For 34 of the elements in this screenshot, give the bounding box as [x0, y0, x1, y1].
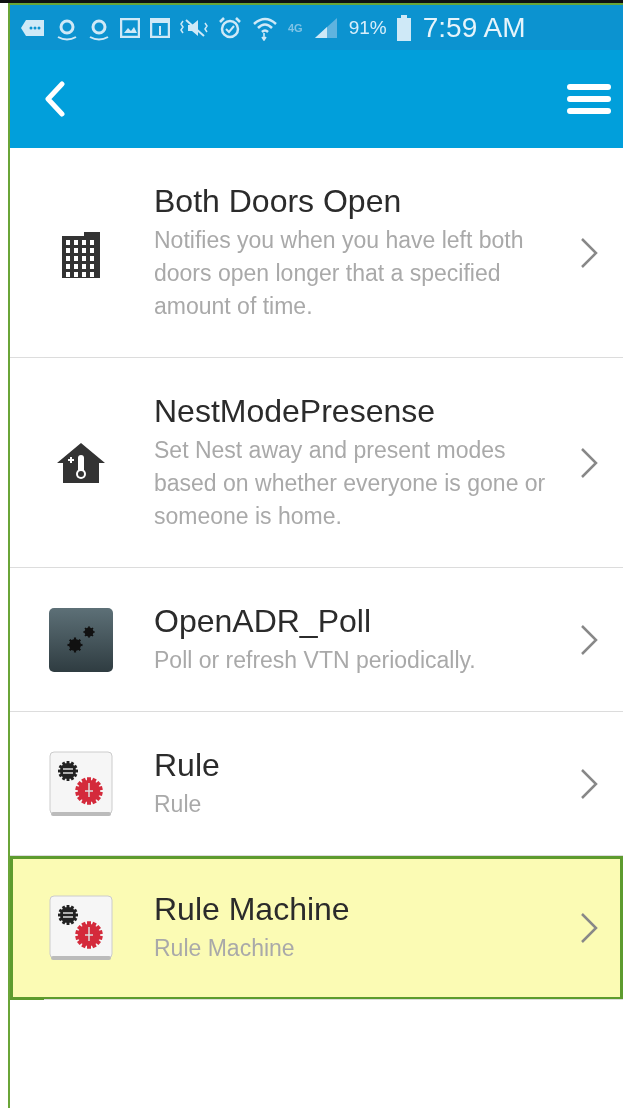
- chevron-right-icon: [579, 910, 599, 945]
- alarm-clock-icon: [218, 15, 242, 40]
- item-description: Poll or refresh VTN periodically.: [154, 646, 477, 675]
- list-item[interactable]: NestModePresense Set Nest away and present modes based on whether everyone is gone or someone is home.: [10, 358, 623, 568]
- image-icon: [120, 17, 140, 38]
- item-title: NestModePresense: [154, 392, 437, 430]
- chevron-right-icon: [579, 445, 599, 480]
- item-description: Notifies you when you have left both doors open longer that a specified amount of time.: [154, 226, 525, 321]
- item-title: Rule Machine: [154, 890, 351, 928]
- calendar-icon: [150, 17, 170, 38]
- list-item[interactable]: Rule Machine Rule Machine: [10, 856, 623, 1000]
- list-item[interactable]: Both Doors Open Notifies you when you have left both doors open longer that a specified amount of time.: [10, 148, 623, 358]
- item-title: OpenADR_Poll: [154, 602, 372, 640]
- item-description: Set Nest away and present modes based on whether everyone is gone or someone is home.: [154, 436, 547, 531]
- item-title: Both Doors Open: [154, 182, 403, 220]
- battery-percent: 91%: [348, 16, 387, 39]
- gears-icon: [49, 894, 113, 961]
- list-item[interactable]: OpenADR_Poll Poll or refresh VTN periodically.: [10, 568, 623, 712]
- clock-time: 7:59 AM: [422, 11, 526, 44]
- item-title: Rule: [154, 746, 221, 784]
- network-label: 4G: [288, 21, 303, 34]
- battery-icon: [396, 14, 411, 41]
- mute-vibrate-icon: [180, 17, 208, 38]
- chevron-right-icon: [579, 766, 599, 801]
- chevron-right-icon: [579, 622, 599, 657]
- message-icon: [20, 17, 46, 38]
- back-button[interactable]: [44, 81, 66, 117]
- item-description: Rule Machine: [154, 934, 296, 963]
- item-description: Rule: [154, 790, 203, 819]
- menu-button[interactable]: [567, 83, 611, 115]
- gears-icon: [49, 607, 113, 672]
- house-thermometer-icon: [55, 440, 107, 485]
- gears-icon: [49, 750, 113, 817]
- chevron-right-icon: [579, 235, 599, 270]
